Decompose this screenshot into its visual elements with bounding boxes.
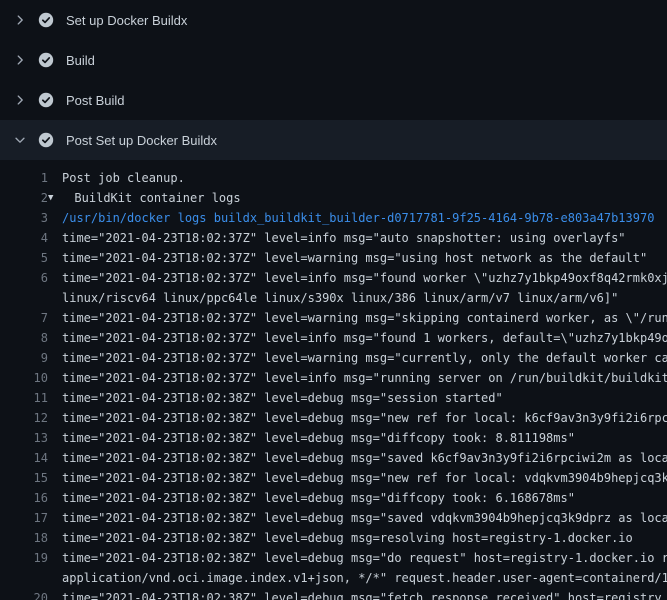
log-line: 17 time="2021-04-23T18:02:38Z" level=deb… — [0, 508, 667, 528]
line-number[interactable]: 3 — [0, 208, 48, 228]
line-text: time="2021-04-23T18:02:38Z" level=debug … — [62, 488, 575, 508]
log-line: 18 time="2021-04-23T18:02:38Z" level=deb… — [0, 528, 667, 548]
line-number[interactable]: 5 — [0, 248, 48, 268]
line-text: Post job cleanup. — [62, 168, 185, 188]
line-text: time="2021-04-23T18:02:37Z" level=info m… — [62, 328, 667, 348]
log-line: 9 time="2021-04-23T18:02:37Z" level=warn… — [0, 348, 667, 368]
section-label: Build — [66, 53, 95, 68]
line-text: time="2021-04-23T18:02:37Z" level=info m… — [62, 228, 626, 248]
section-expand-chevron — [12, 92, 28, 108]
check-circle-icon — [38, 92, 54, 108]
check-circle-icon — [38, 52, 54, 68]
section-expand-chevron — [12, 132, 28, 148]
line-number[interactable]: 2 — [0, 188, 48, 208]
log-section-header-3[interactable]: Post Set up Docker Buildx — [0, 120, 667, 160]
line-number[interactable]: 15 — [0, 468, 48, 488]
line-number[interactable]: 20 — [0, 588, 48, 600]
command-line-text: /usr/bin/docker logs buildx_buildkit_bui… — [62, 208, 654, 228]
line-text: time="2021-04-23T18:02:37Z" level=info m… — [62, 368, 667, 388]
log-line: 15 time="2021-04-23T18:02:38Z" level=deb… — [0, 468, 667, 488]
log-line: 12 time="2021-04-23T18:02:38Z" level=deb… — [0, 408, 667, 428]
line-number[interactable]: 12 — [0, 408, 48, 428]
chevron-down-icon — [13, 133, 27, 147]
line-text: time="2021-04-23T18:02:38Z" level=debug … — [62, 588, 662, 600]
log-output: 1 Post job cleanup. 2 ▼ BuildKit contain… — [0, 160, 667, 600]
line-number[interactable]: 1 — [0, 168, 48, 188]
line-number[interactable]: 4 — [0, 228, 48, 248]
actions-log-viewer: { "colors": { "bg": "#0d1117", "active_b… — [0, 0, 667, 600]
check-circle-icon — [38, 12, 54, 28]
line-text: time="2021-04-23T18:02:38Z" level=debug … — [62, 528, 633, 548]
log-section-header-0[interactable]: Set up Docker Buildx — [0, 0, 667, 40]
line-text: time="2021-04-23T18:02:38Z" level=debug … — [62, 508, 667, 528]
step-sections: Set up Docker Buildx Build — [0, 0, 667, 160]
line-text: time="2021-04-23T18:02:37Z" level=warnin… — [62, 308, 667, 328]
group-caret-icon[interactable]: ▼ — [48, 188, 53, 208]
line-number[interactable]: 7 — [0, 308, 48, 328]
log-line: 13 time="2021-04-23T18:02:38Z" level=deb… — [0, 428, 667, 448]
section-label: Set up Docker Buildx — [66, 13, 187, 28]
line-number[interactable]: 13 — [0, 428, 48, 448]
chevron-right-icon — [13, 93, 27, 107]
log-line: 19 time="2021-04-23T18:02:38Z" level=deb… — [0, 548, 667, 588]
log-line: 20 time="2021-04-23T18:02:38Z" level=deb… — [0, 588, 667, 600]
line-text: time="2021-04-23T18:02:37Z" level=info m… — [62, 268, 667, 308]
section-label: Post Build — [66, 93, 125, 108]
log-line: 6 time="2021-04-23T18:02:37Z" level=info… — [0, 268, 667, 308]
log-line: 1 Post job cleanup. — [0, 168, 667, 188]
line-number[interactable]: 18 — [0, 528, 48, 548]
chevron-right-icon — [13, 53, 27, 67]
line-text: BuildKit container logs — [74, 188, 240, 208]
line-number[interactable]: 17 — [0, 508, 48, 528]
line-number[interactable]: 19 — [0, 548, 48, 568]
log-line: 14 time="2021-04-23T18:02:38Z" level=deb… — [0, 448, 667, 468]
line-text: time="2021-04-23T18:02:38Z" level=debug … — [62, 548, 667, 588]
line-text: time="2021-04-23T18:02:38Z" level=debug … — [62, 428, 575, 448]
line-text: time="2021-04-23T18:02:38Z" level=debug … — [62, 408, 667, 428]
line-number[interactable]: 16 — [0, 488, 48, 508]
log-section-header-2[interactable]: Post Build — [0, 80, 667, 120]
log-line: 3 /usr/bin/docker logs buildx_buildkit_b… — [0, 208, 667, 228]
line-number[interactable]: 6 — [0, 268, 48, 288]
log-line: 16 time="2021-04-23T18:02:38Z" level=deb… — [0, 488, 667, 508]
line-text: time="2021-04-23T18:02:38Z" level=debug … — [62, 388, 503, 408]
line-number[interactable]: 10 — [0, 368, 48, 388]
log-line: 10 time="2021-04-23T18:02:37Z" level=inf… — [0, 368, 667, 388]
log-section-header-1[interactable]: Build — [0, 40, 667, 80]
log-line: 11 time="2021-04-23T18:02:38Z" level=deb… — [0, 388, 667, 408]
log-line: 7 time="2021-04-23T18:02:37Z" level=warn… — [0, 308, 667, 328]
log-line: 4 time="2021-04-23T18:02:37Z" level=info… — [0, 228, 667, 248]
section-expand-chevron — [12, 52, 28, 68]
line-text: time="2021-04-23T18:02:38Z" level=debug … — [62, 448, 667, 468]
line-text: time="2021-04-23T18:02:37Z" level=warnin… — [62, 248, 647, 268]
chevron-right-icon — [13, 13, 27, 27]
line-number[interactable]: 14 — [0, 448, 48, 468]
log-line[interactable]: 2 ▼ BuildKit container logs — [0, 188, 667, 208]
section-label: Post Set up Docker Buildx — [66, 133, 217, 148]
line-number[interactable]: 8 — [0, 328, 48, 348]
log-line: 8 time="2021-04-23T18:02:37Z" level=info… — [0, 328, 667, 348]
section-expand-chevron — [12, 12, 28, 28]
line-text: time="2021-04-23T18:02:37Z" level=warnin… — [62, 348, 667, 368]
line-number[interactable]: 11 — [0, 388, 48, 408]
line-number[interactable]: 9 — [0, 348, 48, 368]
line-text: time="2021-04-23T18:02:38Z" level=debug … — [62, 468, 667, 488]
check-circle-icon — [38, 132, 54, 148]
log-line: 5 time="2021-04-23T18:02:37Z" level=warn… — [0, 248, 667, 268]
